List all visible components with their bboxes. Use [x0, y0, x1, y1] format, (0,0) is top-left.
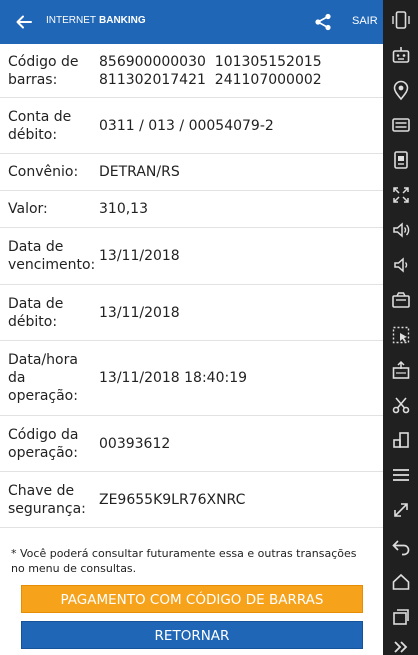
detail-value: 13/11/2018: [99, 304, 180, 321]
barcode-payment-button[interactable]: PAGAMENTO COM CÓDIGO DE BARRAS: [21, 585, 363, 613]
detail-row-amount: Valor: 310,13: [0, 191, 383, 228]
label-line: débito:: [8, 313, 58, 330]
back-arrow-icon[interactable]: [390, 535, 412, 557]
chevron-double-right-icon[interactable]: [390, 636, 412, 655]
label-line: Chave de: [8, 482, 75, 499]
detail-value: 13/11/2018: [99, 248, 180, 264]
label-line: Código da: [8, 426, 79, 443]
detail-row-barcode: Código de barras: 856900000030 101305152…: [0, 44, 383, 98]
selection-icon[interactable]: [390, 324, 412, 346]
keyboard-icon[interactable]: [390, 114, 412, 136]
detail-value: ZE9655K9LR76XNRC: [99, 491, 246, 508]
label-line: Conta de: [8, 108, 72, 125]
detail-value: 00393612: [99, 435, 171, 452]
sd-card-icon[interactable]: [390, 149, 412, 171]
detail-value: DETRAN/RS: [99, 164, 180, 180]
brand-bold-text: BANKING: [99, 15, 146, 26]
install-apk-icon[interactable]: [390, 359, 412, 381]
return-button[interactable]: RETORNAR: [21, 621, 363, 649]
brand-light-text: INTERNET: [46, 15, 96, 26]
label-line: Código de: [8, 53, 79, 70]
detail-label: Código de barras:: [0, 53, 99, 89]
detail-row-agreement: Convênio: DETRAN/RS: [0, 154, 383, 191]
emulator-side-toolbar: [383, 0, 418, 655]
exit-button[interactable]: SAIR: [352, 15, 378, 27]
detail-row-debit-account: Conta de débito: 0311 / 013 / 00054079-2: [0, 98, 383, 154]
detail-value: 13/11/2018 18:40:19: [99, 370, 248, 386]
consult-note: * Você poderá consultar futuramente essa…: [11, 547, 357, 575]
barcode-line-1: 856900000030 101305152015: [99, 53, 322, 70]
detail-label: Valor:: [8, 201, 48, 217]
resize-arrow-icon[interactable]: [390, 499, 412, 521]
label-line: Data de: [8, 295, 64, 312]
label-line: operação:: [8, 388, 78, 404]
window-icon[interactable]: [390, 429, 412, 451]
recent-apps-icon[interactable]: [390, 606, 412, 628]
app-brand: INTERNET BANKING: [46, 15, 146, 26]
home-icon[interactable]: [390, 571, 412, 593]
detail-label: Data de débito:: [0, 295, 99, 331]
location-pin-icon[interactable]: [390, 79, 412, 101]
transaction-details: Código de barras: 856900000030 101305152…: [0, 44, 383, 528]
fullscreen-icon[interactable]: [390, 184, 412, 206]
label-line: Data/hora: [8, 352, 78, 368]
volume-down-icon[interactable]: [390, 254, 412, 276]
detail-row-security-key: Chave de segurança: ZE9655K9LR76XNRC: [0, 472, 383, 528]
label-line: Data de: [8, 239, 64, 255]
detail-row-operation-datetime: Data/hora da operação: 13/11/2018 18:40:…: [0, 341, 383, 416]
share-icon[interactable]: [314, 13, 332, 31]
app-screen: INTERNET BANKING SAIR Código de barras: 8…: [0, 0, 383, 655]
detail-value: 0311 / 013 / 00054079-2: [99, 117, 274, 134]
detail-value: 310,13: [99, 201, 148, 217]
volume-up-icon[interactable]: [390, 219, 412, 241]
robot-icon[interactable]: [390, 44, 412, 66]
label-line: débito:: [8, 126, 58, 143]
camera-icon[interactable]: [390, 289, 412, 311]
label-line: barras:: [8, 71, 58, 88]
label-line: segurança:: [8, 500, 86, 517]
menu-icon[interactable]: [390, 464, 412, 486]
arrow-left-icon[interactable]: [14, 12, 34, 32]
phone-shake-icon[interactable]: [390, 9, 412, 31]
detail-row-debit-date: Data de débito: 13/11/2018: [0, 285, 383, 341]
detail-label: Data/hora da operação:: [0, 351, 99, 405]
label-line: vencimento:: [8, 257, 96, 273]
detail-value: 856900000030 101305152015 811302017421 2…: [99, 53, 383, 89]
detail-row-operation-code: Código da operação: 00393612: [0, 416, 383, 472]
detail-label: Código da operação:: [0, 426, 99, 462]
detail-row-due-date: Data de vencimento: 13/11/2018: [0, 228, 383, 285]
top-app-bar: INTERNET BANKING SAIR: [0, 0, 383, 44]
detail-label: Convênio:: [8, 164, 79, 180]
barcode-line-2: 811302017421 241107000002: [99, 71, 322, 88]
detail-label: Conta de débito:: [0, 108, 99, 144]
label-line: operação:: [8, 444, 78, 461]
scissors-icon[interactable]: [390, 394, 412, 416]
label-line: da: [8, 370, 26, 386]
detail-label: Chave de segurança:: [0, 482, 99, 518]
detail-label: Data de vencimento:: [0, 238, 99, 274]
